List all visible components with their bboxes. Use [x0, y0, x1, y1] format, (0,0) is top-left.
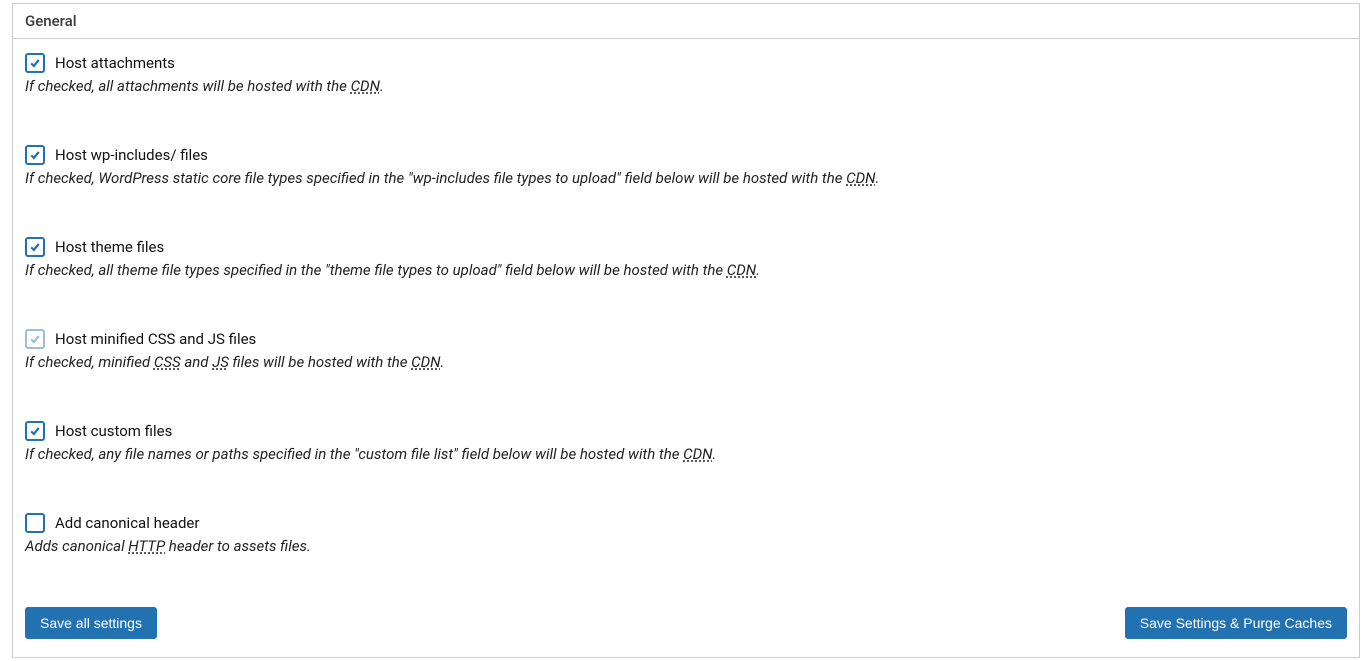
setting-label-line: Add canonical header: [25, 513, 1347, 533]
setting-row-host-custom-files: Host custom files If checked, any file na…: [25, 421, 1347, 463]
description-host-minified: If checked, minified CSS and JS files wi…: [25, 353, 1347, 371]
panel-title: General: [13, 4, 1359, 39]
label-host-wp-includes: Host wp-includes/ files: [55, 146, 208, 164]
description-host-custom-files: If checked, any file names or paths spec…: [25, 445, 1347, 463]
setting-row-host-wp-includes: Host wp-includes/ files If checked, WordP…: [25, 145, 1347, 187]
label-add-canonical-header: Add canonical header: [55, 514, 199, 532]
description-host-attachments: If checked, all attachments will be host…: [25, 77, 1347, 95]
setting-row-host-theme-files: Host theme files If checked, all theme fi…: [25, 237, 1347, 279]
checkbox-host-custom-files[interactable]: [25, 421, 45, 441]
setting-label-line: Host wp-includes/ files: [25, 145, 1347, 165]
setting-row-host-attachments: Host attachments If checked, all attachme…: [25, 53, 1347, 95]
label-host-attachments: Host attachments: [55, 54, 175, 72]
checkbox-add-canonical-header[interactable]: [25, 513, 45, 533]
general-panel: General Host attachments If checked, all …: [12, 3, 1360, 658]
setting-label-line: Host minified CSS and JS files: [25, 329, 1347, 349]
save-purge-caches-button[interactable]: Save Settings & Purge Caches: [1125, 607, 1347, 639]
label-host-theme-files: Host theme files: [55, 238, 164, 256]
panel-body: Host attachments If checked, all attachme…: [13, 39, 1359, 657]
label-host-minified: Host minified CSS and JS files: [55, 330, 256, 348]
setting-row-add-canonical-header: Add canonical header Adds canonical HTTP …: [25, 513, 1347, 555]
setting-label-line: Host theme files: [25, 237, 1347, 257]
checkbox-host-theme-files[interactable]: [25, 237, 45, 257]
save-all-settings-button[interactable]: Save all settings: [25, 607, 157, 639]
setting-label-line: Host attachments: [25, 53, 1347, 73]
checkbox-host-attachments[interactable]: [25, 53, 45, 73]
description-host-wp-includes: If checked, WordPress static core file t…: [25, 169, 1347, 187]
checkbox-host-minified: [25, 329, 45, 349]
button-row: Save all settings Save Settings & Purge …: [25, 605, 1347, 639]
checkbox-host-wp-includes[interactable]: [25, 145, 45, 165]
description-add-canonical-header: Adds canonical HTTP header to assets fil…: [25, 537, 1347, 555]
description-host-theme-files: If checked, all theme file types specifi…: [25, 261, 1347, 279]
label-host-custom-files: Host custom files: [55, 422, 172, 440]
setting-label-line: Host custom files: [25, 421, 1347, 441]
setting-row-host-minified: Host minified CSS and JS files If checked…: [25, 329, 1347, 371]
